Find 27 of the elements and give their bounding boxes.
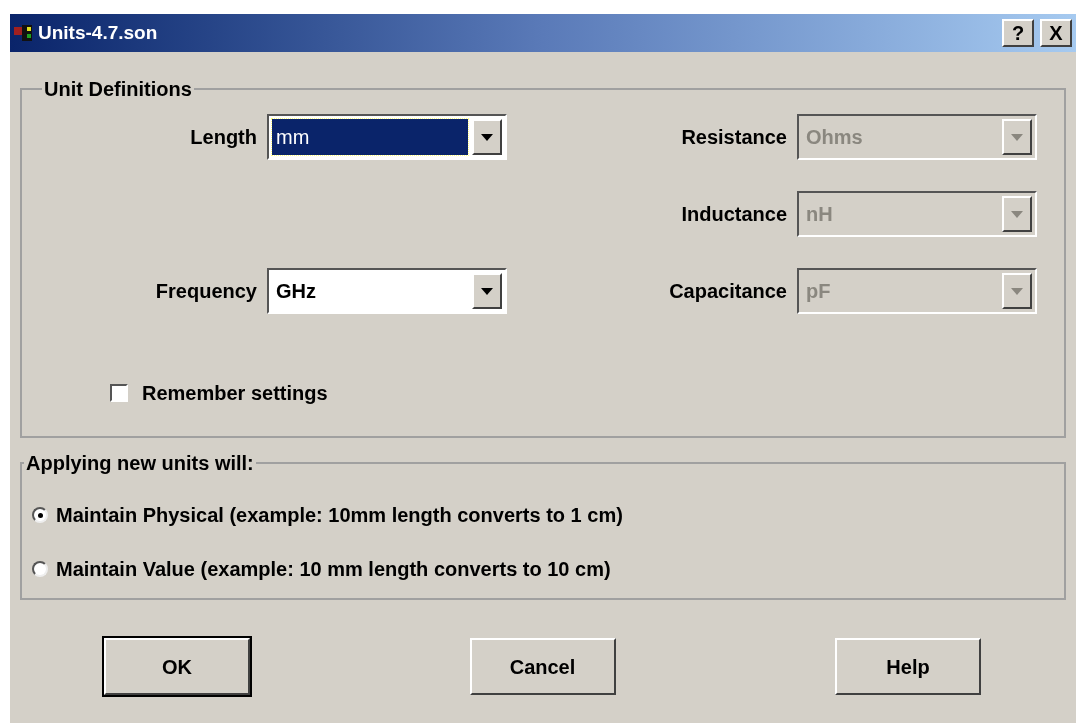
dialog-button[interactable]: OK: [104, 638, 250, 695]
field-label: Frequency: [155, 279, 257, 304]
field-label: Capacitance: [669, 279, 787, 304]
radio-button[interactable]: [32, 561, 48, 577]
checkbox-label: Remember settings: [142, 381, 328, 406]
dropdown-value: GHz: [275, 279, 317, 304]
dropdown-value: Ohms: [805, 125, 864, 150]
radio-label: Maintain Value (example: 10 mm length converts to 10 cm): [56, 557, 611, 582]
group-title: Applying new units will:: [25, 451, 255, 476]
field-label: Length: [190, 125, 257, 150]
close-button[interactable]: X: [1040, 19, 1072, 47]
help-button[interactable]: ?: [1002, 19, 1034, 47]
checkbox[interactable]: [110, 384, 128, 402]
dropdown[interactable]: mm: [267, 114, 507, 160]
app-icon: [14, 23, 34, 43]
field-label: Resistance: [681, 125, 787, 150]
field-label: Inductance: [681, 202, 787, 227]
radio-button[interactable]: [32, 507, 48, 523]
dialog-button[interactable]: Cancel: [469, 638, 616, 695]
radio-label: Maintain Physical (example: 10mm length converts to 1 cm): [56, 503, 623, 528]
group-title: Unit Definitions: [43, 77, 193, 102]
window-title: Units-4.7.son: [38, 20, 159, 45]
dropdown-value: nH: [805, 202, 834, 227]
dropdown-value: mm: [272, 119, 468, 155]
dialog-button[interactable]: Help: [835, 638, 981, 695]
dropdown[interactable]: GHz: [267, 268, 507, 314]
dropdown-value: pF: [805, 279, 832, 304]
